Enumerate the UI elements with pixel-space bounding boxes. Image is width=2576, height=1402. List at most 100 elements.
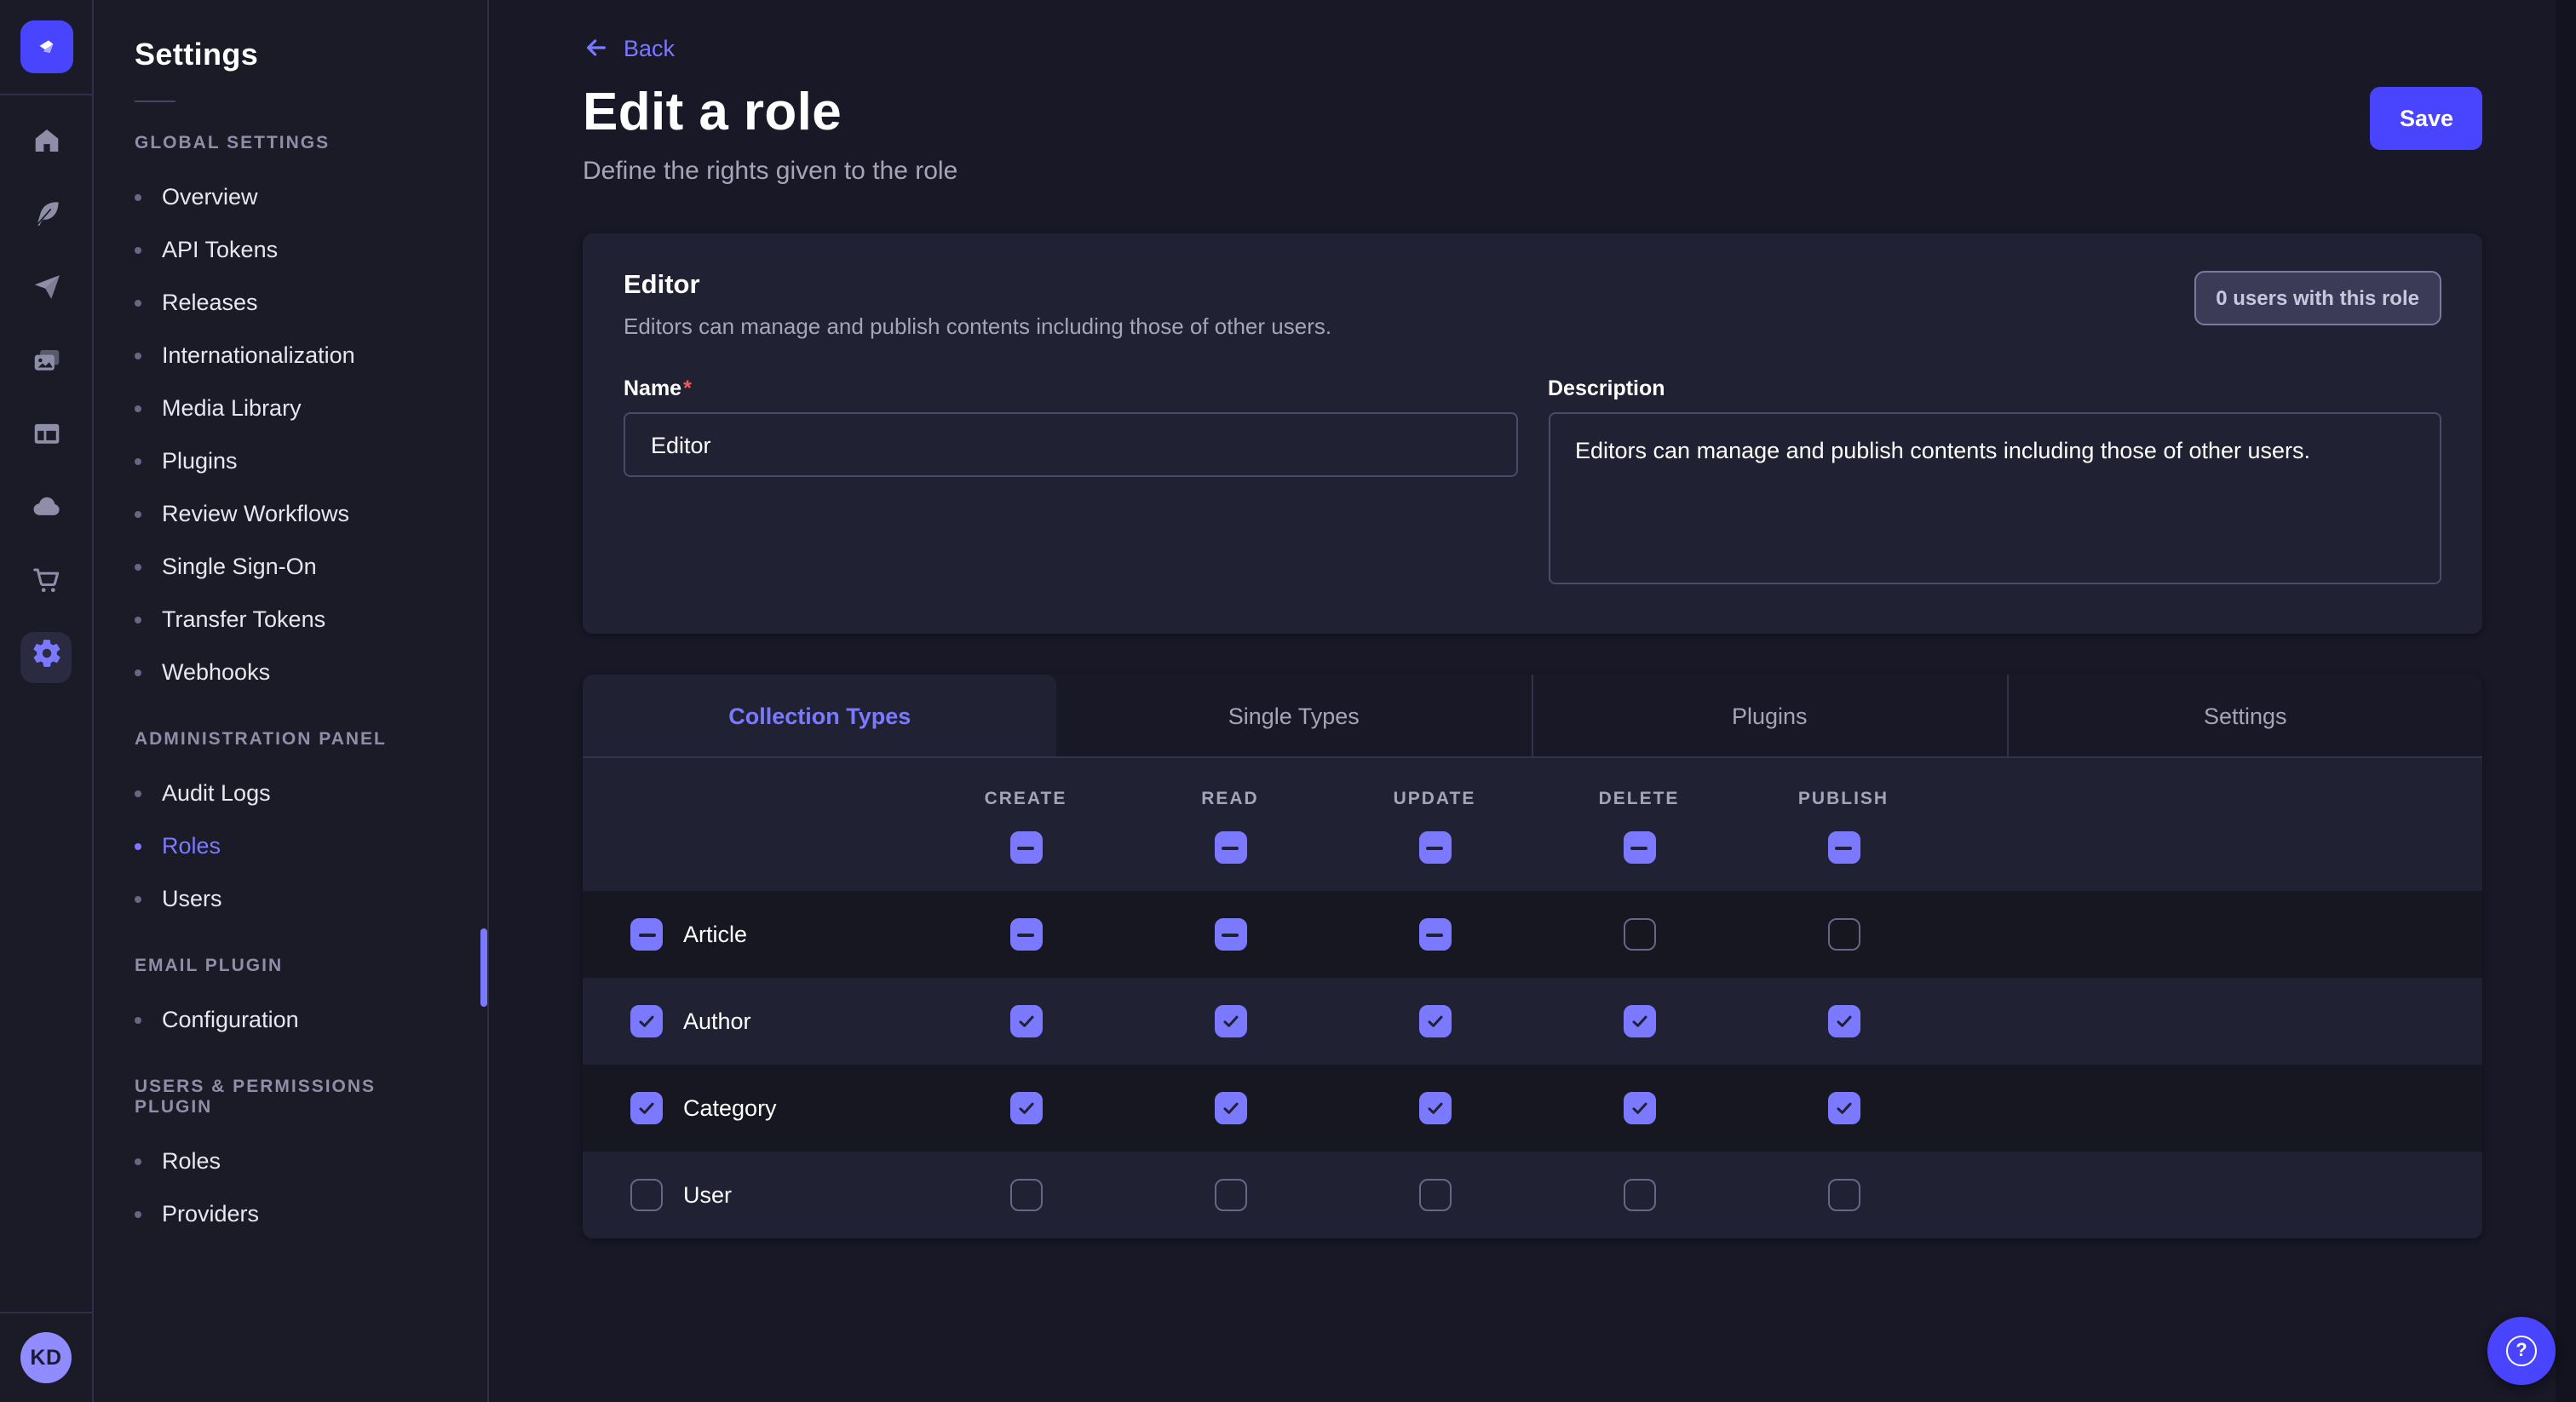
back-label: Back	[624, 35, 675, 60]
select-all-publish-checkbox[interactable]	[1827, 831, 1860, 864]
sidebar-item-single-sign-on[interactable]: Single Sign-On	[94, 540, 487, 593]
cell-author-update	[1332, 1005, 1537, 1037]
cloud-icon	[30, 491, 62, 531]
indeterminate-dash-icon	[1630, 846, 1647, 849]
user-update-checkbox[interactable]	[1418, 1179, 1451, 1211]
row-label: User	[683, 1182, 732, 1208]
author-delete-checkbox[interactable]	[1623, 1005, 1655, 1037]
category-read-checkbox[interactable]	[1214, 1092, 1246, 1124]
home-icon	[30, 124, 62, 165]
rail-button-cart-icon[interactable]	[20, 559, 72, 610]
sidebar-item-webhooks[interactable]: Webhooks	[94, 646, 487, 698]
article-delete-checkbox[interactable]	[1623, 918, 1655, 951]
sidebar-scrollbar-thumb[interactable]	[480, 928, 487, 1007]
bullet-icon	[135, 842, 141, 849]
sidebar-item-users[interactable]: Users	[94, 872, 487, 925]
bullet-icon	[135, 405, 141, 411]
rail-button-cloud-icon[interactable]	[20, 486, 72, 537]
icon-rail: KD	[0, 0, 94, 1402]
author-publish-checkbox[interactable]	[1827, 1005, 1860, 1037]
sidebar-item-configuration[interactable]: Configuration	[94, 993, 487, 1046]
author-update-checkbox[interactable]	[1418, 1005, 1451, 1037]
user-read-checkbox[interactable]	[1214, 1179, 1246, 1211]
select-all-create-checkbox[interactable]	[1009, 831, 1042, 864]
cart-icon	[30, 564, 62, 605]
avatar[interactable]: KD	[20, 1332, 72, 1383]
row-checkbox-category[interactable]	[630, 1092, 663, 1124]
user-publish-checkbox[interactable]	[1827, 1179, 1860, 1211]
cell-article-read	[1128, 918, 1332, 951]
tab-single-types[interactable]: Single Types	[1057, 675, 1532, 756]
sidebar-item-internationalization[interactable]: Internationalization	[94, 329, 487, 382]
sidebar-section: EMAIL PLUGINConfiguration	[94, 956, 487, 1046]
sidebar-item-audit-logs[interactable]: Audit Logs	[94, 767, 487, 819]
role-name-heading: Editor	[624, 271, 1331, 302]
rail-button-gear-icon[interactable]	[20, 632, 72, 683]
user-delete-checkbox[interactable]	[1623, 1179, 1655, 1211]
description-textarea[interactable]: Editors can manage and publish contents …	[1548, 412, 2441, 584]
row-checkbox-user[interactable]	[630, 1179, 663, 1211]
author-read-checkbox[interactable]	[1214, 1005, 1246, 1037]
sidebar-item-providers[interactable]: Providers	[94, 1187, 487, 1240]
article-create-checkbox[interactable]	[1009, 918, 1042, 951]
media-library-icon	[30, 344, 62, 385]
row-checkbox-author[interactable]	[630, 1005, 663, 1037]
rail-button-media-library-icon[interactable]	[20, 339, 72, 390]
select-all-read-checkbox[interactable]	[1214, 831, 1246, 864]
sidebar-item-review-workflows[interactable]: Review Workflows	[94, 487, 487, 540]
sidebar-item-releases[interactable]: Releases	[94, 276, 487, 329]
category-update-checkbox[interactable]	[1418, 1092, 1451, 1124]
rail-button-feather-icon[interactable]	[20, 192, 72, 244]
author-create-checkbox[interactable]	[1009, 1005, 1042, 1037]
article-read-checkbox[interactable]	[1214, 918, 1246, 951]
cell-user-delete	[1537, 1179, 1741, 1211]
indeterminate-dash-icon	[1222, 846, 1239, 849]
rail-button-layout-icon[interactable]	[20, 412, 72, 463]
row-label-cell: User	[583, 1179, 923, 1211]
sidebar-section: ADMINISTRATION PANELAudit LogsRolesUsers	[94, 729, 487, 925]
row-label: Category	[683, 1095, 777, 1121]
bullet-icon	[135, 616, 141, 623]
bullet-icon	[135, 1016, 141, 1023]
help-button[interactable]: ?	[2487, 1317, 2556, 1385]
rail-button-home-icon[interactable]	[20, 119, 72, 170]
sidebar-item-media-library[interactable]: Media Library	[94, 382, 487, 434]
arrow-left-icon	[583, 34, 610, 61]
header-column-create: CREATE	[923, 789, 1128, 864]
indeterminate-dash-icon	[1835, 846, 1852, 849]
tab-collection-types[interactable]: Collection Types	[583, 675, 1057, 756]
gear-icon	[30, 637, 62, 678]
select-all-update-checkbox[interactable]	[1418, 831, 1451, 864]
indeterminate-dash-icon	[638, 933, 655, 936]
sidebar-item-plugins[interactable]: Plugins	[94, 434, 487, 487]
sidebar-item-roles[interactable]: Roles	[94, 1135, 487, 1187]
permissions-card: Collection TypesSingle TypesPluginsSetti…	[583, 675, 2482, 1238]
sidebar-item-label: Plugins	[162, 448, 238, 474]
category-publish-checkbox[interactable]	[1827, 1092, 1860, 1124]
sidebar-item-transfer-tokens[interactable]: Transfer Tokens	[94, 593, 487, 646]
rail-button-paper-plane-icon[interactable]	[20, 266, 72, 317]
category-delete-checkbox[interactable]	[1623, 1092, 1655, 1124]
tab-plugins[interactable]: Plugins	[1531, 675, 2007, 756]
sidebar-item-api-tokens[interactable]: API Tokens	[94, 223, 487, 276]
save-button[interactable]: Save	[2371, 87, 2482, 150]
user-create-checkbox[interactable]	[1009, 1179, 1042, 1211]
back-link[interactable]: Back	[583, 34, 675, 61]
sidebar-item-label: Transfer Tokens	[162, 606, 325, 632]
tab-settings[interactable]: Settings	[2007, 675, 2483, 756]
settings-sidebar: Settings GLOBAL SETTINGSOverviewAPI Toke…	[94, 0, 489, 1402]
cell-author-read	[1128, 1005, 1332, 1037]
category-create-checkbox[interactable]	[1009, 1092, 1042, 1124]
select-all-delete-checkbox[interactable]	[1623, 831, 1655, 864]
row-checkbox-article[interactable]	[630, 918, 663, 951]
sidebar-item-roles[interactable]: Roles	[94, 819, 487, 872]
app-window: KD Settings GLOBAL SETTINGSOverviewAPI T…	[0, 0, 2576, 1402]
row-label-cell: Category	[583, 1092, 923, 1124]
bullet-icon	[135, 895, 141, 902]
strapi-logo[interactable]	[20, 20, 72, 73]
sidebar-item-overview[interactable]: Overview	[94, 170, 487, 223]
name-input[interactable]	[624, 412, 1517, 477]
sidebar-item-label: Users	[162, 886, 222, 911]
article-update-checkbox[interactable]	[1418, 918, 1451, 951]
article-publish-checkbox[interactable]	[1827, 918, 1860, 951]
